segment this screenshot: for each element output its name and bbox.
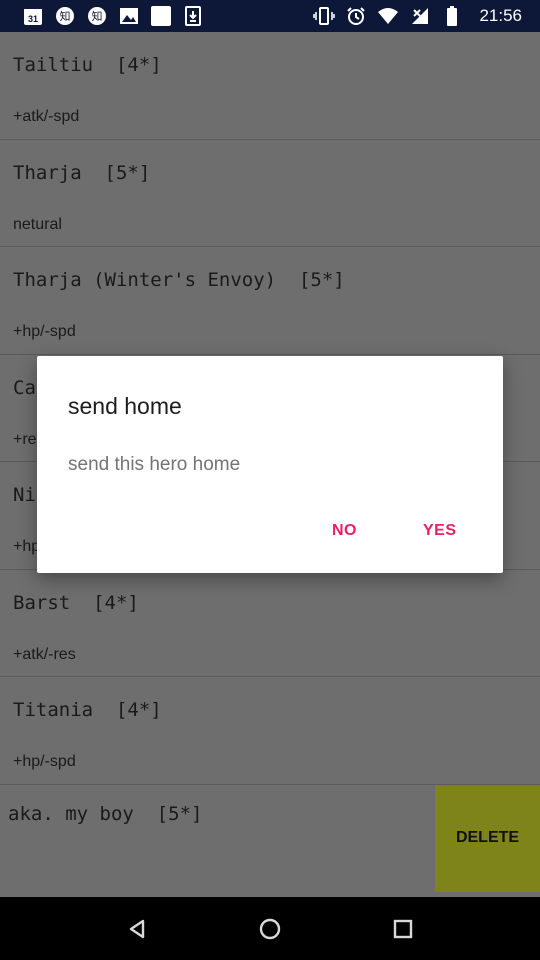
- battery-icon: [441, 6, 463, 26]
- hero-nature: +atk/-spd: [13, 108, 80, 125]
- blank-square-icon: [150, 6, 172, 26]
- dialog-message: send this hero home: [68, 454, 241, 475]
- list-item[interactable]: Tharja (Winter's Envoy) [5*] +hp/-spd: [0, 247, 540, 355]
- zhi-app-icon: 知: [86, 6, 108, 26]
- recents-icon[interactable]: [383, 909, 423, 949]
- dialog-title: send home: [68, 393, 182, 419]
- clock: 21:56: [479, 6, 522, 25]
- hero-nature: +hp/-spd: [13, 753, 76, 770]
- calendar-day: 31: [28, 14, 38, 24]
- status-bar: 31 知 知 21:56: [0, 0, 540, 32]
- hero-nature: netural: [13, 215, 62, 233]
- download-icon: [182, 6, 204, 26]
- hero-name: Barst [4*]: [13, 591, 139, 614]
- notification-icons: 31 知 知: [22, 6, 204, 26]
- image-icon: [118, 6, 140, 26]
- hero-nature: +re: [13, 430, 37, 448]
- zhi-char: 知: [60, 9, 71, 23]
- list-item[interactable]: Tharja [5*] netural: [0, 140, 540, 247]
- hero-name: Tharja (Winter's Envoy) [5*]: [13, 269, 345, 291]
- home-icon[interactable]: [250, 909, 290, 949]
- swiped-list-item[interactable]: aka. my boy [5*] DELETE: [0, 784, 540, 893]
- alarm-icon: [345, 6, 367, 26]
- hero-nature: +atk/-res: [13, 645, 76, 663]
- back-icon[interactable]: [117, 909, 157, 949]
- hero-name: Ca: [13, 376, 36, 399]
- no-signal-icon: [409, 6, 431, 26]
- list-item[interactable]: Barst [4*] +atk/-res: [0, 570, 540, 677]
- hero-name: Ni: [13, 484, 36, 506]
- calendar-icon: 31: [22, 6, 44, 26]
- zhi-char: 知: [92, 9, 103, 23]
- hero-name: Tailtiu [4*]: [13, 54, 162, 76]
- hero-nature: +hp/-spd: [13, 323, 76, 340]
- no-button[interactable]: NO: [332, 522, 357, 540]
- yes-button[interactable]: YES: [423, 522, 457, 540]
- delete-button[interactable]: DELETE: [435, 784, 540, 892]
- hero-name: Tharja [5*]: [13, 161, 151, 184]
- zhi-app-icon: 知: [54, 6, 76, 26]
- list-item[interactable]: Titania [4*] +hp/-spd: [0, 677, 540, 785]
- wifi-icon: [377, 6, 399, 26]
- vibrate-icon: [313, 6, 336, 26]
- hero-name: aka. my boy [5*]: [8, 802, 203, 825]
- hero-name: Titania [4*]: [13, 699, 162, 721]
- send-home-dialog: send home send this hero home NO YES: [37, 356, 503, 573]
- system-icons: 21:56: [313, 6, 522, 26]
- navigation-bar: [0, 897, 540, 960]
- list-item[interactable]: Tailtiu [4*] +atk/-spd: [0, 32, 540, 140]
